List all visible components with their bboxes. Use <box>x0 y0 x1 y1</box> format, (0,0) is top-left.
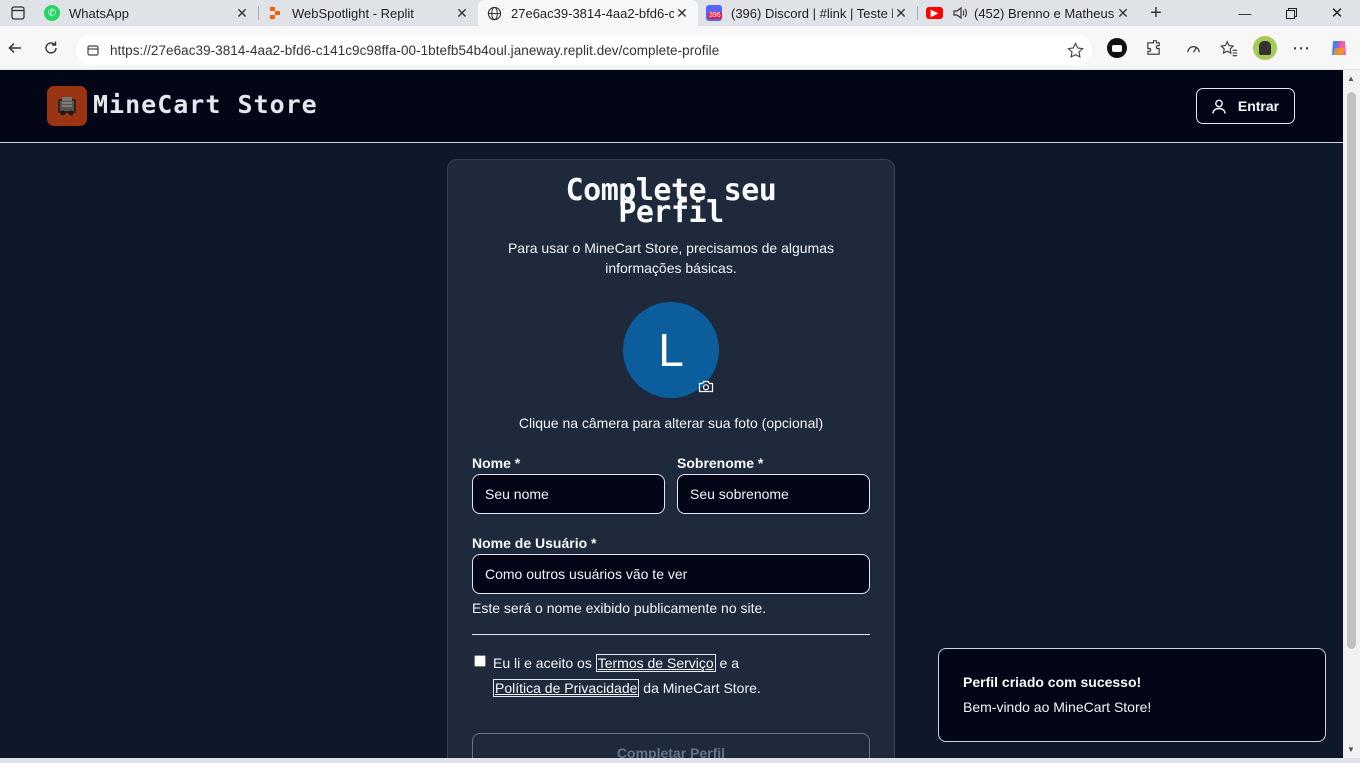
close-window-icon[interactable]: ✕ <box>1314 0 1360 26</box>
site-info-icon[interactable] <box>76 43 110 57</box>
address-bar[interactable]: https://27e6ac39-3814-4aa2-bfd6-c141c9c9… <box>76 35 1092 65</box>
site-header: MineCart Store Entrar <box>0 70 1343 143</box>
username-input[interactable] <box>472 554 870 594</box>
brand-title[interactable]: MineCart Store <box>93 90 318 119</box>
last-name-input[interactable] <box>677 474 870 514</box>
divider <box>472 634 870 635</box>
camera-icon[interactable] <box>697 378 715 394</box>
terms-of-service-link[interactable]: Termos de Serviço <box>595 654 716 672</box>
browser-toolbar: https://27e6ac39-3814-4aa2-bfd6-c141c9c9… <box>0 26 1360 70</box>
close-tab-icon[interactable]: ✕ <box>234 5 250 22</box>
copilot-icon[interactable] <box>1324 33 1354 63</box>
scroll-down-icon[interactable]: ▼ <box>1347 745 1355 754</box>
extensions-icon[interactable] <box>1138 33 1168 63</box>
toast-title: Perfil criado com sucesso! <box>963 674 1142 690</box>
scrollbar-thumb[interactable] <box>1347 92 1356 649</box>
window-bottom-edge <box>0 758 1360 763</box>
page-scrollbar[interactable]: ▲ ▼ <box>1343 70 1360 758</box>
restore-icon[interactable] <box>1268 0 1314 26</box>
page-viewport: MineCart Store Entrar Complete seu Perfi… <box>0 70 1343 758</box>
photo-hint: Clique na câmera para alterar sua foto (… <box>518 415 824 431</box>
youtube-icon: ▶ <box>926 7 943 19</box>
username-help-text: Este será o nome exibido publicamente no… <box>472 600 767 616</box>
privacy-policy-link[interactable]: Política de Privacidade <box>493 679 640 697</box>
globe-icon <box>486 5 502 21</box>
user-icon <box>1212 99 1226 114</box>
whatsapp-icon: ✆ <box>44 5 60 21</box>
login-button[interactable]: Entrar <box>1196 88 1295 124</box>
browser-tab-discord[interactable]: 396 (396) Discord | #link | Teste bo ✕ <box>698 0 917 26</box>
last-name-label: Sobrenome * <box>677 455 764 471</box>
close-tab-icon[interactable]: ✕ <box>454 5 470 22</box>
reload-icon[interactable] <box>36 33 66 63</box>
new-tab-button[interactable]: + <box>1139 0 1173 26</box>
avatar-letter: L <box>658 324 684 376</box>
terms-text: Eu li e aceito os Termos de Serviço e a … <box>493 654 761 697</box>
discord-icon: 396 <box>706 5 722 21</box>
close-tab-icon[interactable]: ✕ <box>674 5 690 22</box>
minecart-logo-icon[interactable] <box>47 86 87 126</box>
url-text[interactable]: https://27e6ac39-3814-4aa2-bfd6-c141c9c9… <box>110 43 1058 58</box>
login-label: Entrar <box>1237 98 1280 114</box>
first-name-label: Nome * <box>472 455 521 471</box>
more-options-icon[interactable]: ⋯ <box>1286 33 1316 63</box>
card-title: Complete seu Perfil <box>448 176 894 230</box>
speaker-icon[interactable] <box>952 6 968 20</box>
profile-avatar-icon[interactable] <box>1250 33 1280 63</box>
complete-profile-card: Complete seu Perfil Para usar o MineCart… <box>447 159 895 758</box>
performance-icon[interactable] <box>1178 33 1208 63</box>
scroll-up-icon[interactable]: ▲ <box>1347 74 1355 83</box>
success-toast[interactable]: Perfil criado com sucesso! Bem-vindo ao … <box>938 648 1326 742</box>
terms-checkbox[interactable] <box>474 655 486 667</box>
tab-actions-icon[interactable] <box>0 0 36 26</box>
complete-profile-button[interactable]: Completar Perfil <box>472 733 870 758</box>
first-name-input[interactable] <box>472 474 665 514</box>
browser-tab-replit[interactable]: WebSpotlight - Replit ✕ <box>259 0 478 26</box>
browser-tab-strip: ✆ WhatsApp ✕ WebSpotlight - Replit ✕ 27e… <box>0 0 1360 26</box>
card-title-line2: Perfil <box>618 195 724 230</box>
browser-tab-active[interactable]: 27e6ac39-3814-4aa2-bfd6-c1 ✕ <box>478 0 698 26</box>
close-tab-icon[interactable]: ✕ <box>893 5 909 22</box>
discord-badge: 396 <box>708 12 722 19</box>
minimize-icon[interactable]: — <box>1222 0 1268 26</box>
close-tab-icon[interactable]: ✕ <box>1115 5 1131 22</box>
username-label: Nome de Usuário * <box>472 535 597 551</box>
toast-description: Bem-vindo ao MineCart Store! <box>963 699 1152 715</box>
browser-tab-youtube[interactable]: ▶ (452) Brenno e Matheus - ✕ <box>918 0 1139 26</box>
favorite-star-icon[interactable] <box>1058 41 1092 59</box>
back-icon[interactable] <box>0 33 30 63</box>
complete-profile-label: Completar Perfil <box>616 745 726 758</box>
favorites-icon[interactable] <box>1214 33 1244 63</box>
extension-tracker-icon[interactable] <box>1102 33 1132 63</box>
browser-tab-whatsapp[interactable]: ✆ WhatsApp ✕ <box>36 0 258 26</box>
card-subtitle: Para usar o MineCart Store, precisamos d… <box>507 240 835 276</box>
replit-icon <box>267 5 283 21</box>
